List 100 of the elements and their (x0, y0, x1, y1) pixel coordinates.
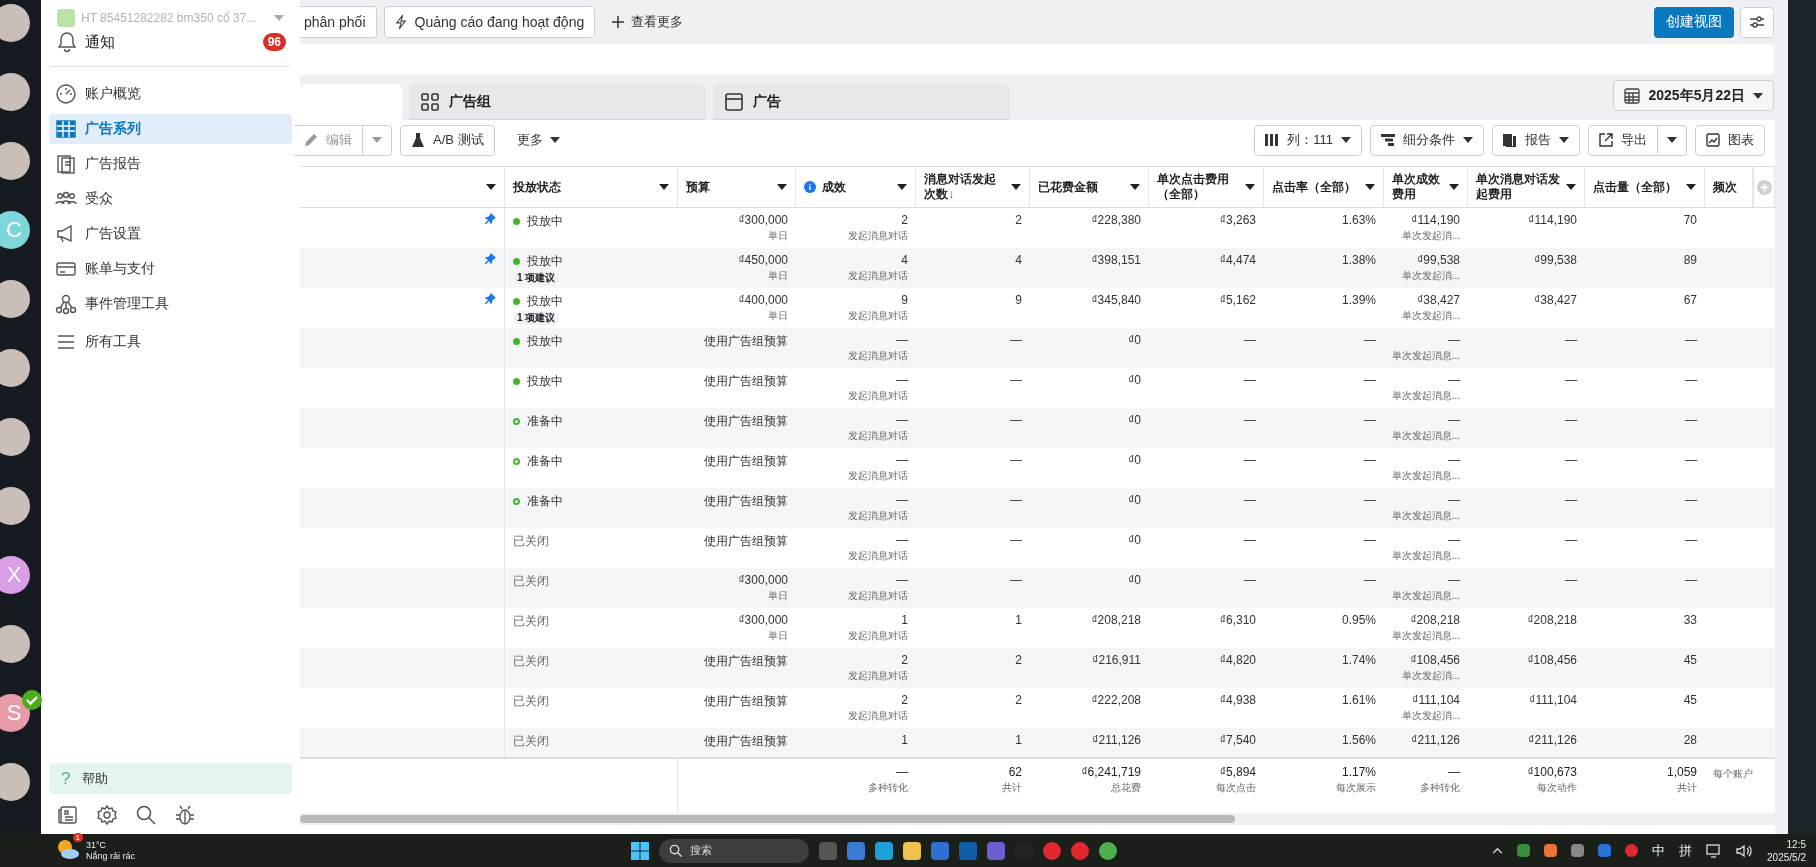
tab[interactable]: 广告 (713, 84, 1010, 120)
suggestion-badge[interactable]: 1 项建议 (513, 271, 560, 285)
tab[interactable]: 广告组 (409, 84, 706, 120)
bug-icon[interactable] (174, 804, 196, 826)
avatar[interactable] (0, 4, 30, 42)
avatar[interactable] (0, 763, 30, 801)
avatar[interactable] (0, 142, 30, 180)
table-row[interactable]: 已关闭 使用广告组预算 2 发起消息对话 2 ₫216,911 ₫4,820 1.74% ₫108,456 单次发起消... ₫108,456 45 (300, 648, 1775, 688)
ab-test-button[interactable]: A/B 测试 (400, 124, 495, 156)
column-header[interactable]: 预算 (678, 167, 796, 207)
app-icon[interactable] (930, 841, 949, 860)
scrollbar-thumb[interactable] (300, 815, 1235, 823)
date-picker[interactable]: 2025年5月22日 (1613, 80, 1774, 111)
column-header[interactable]: 点击率（全部） (1264, 167, 1384, 207)
nav-item[interactable]: 广告设置 (49, 219, 292, 249)
nav-item[interactable]: 广告系列 (49, 114, 292, 144)
nav-item[interactable]: 所有工具 (49, 327, 292, 357)
notifications-label[interactable]: 通知 (85, 32, 115, 52)
chevron-up-icon[interactable] (1492, 847, 1503, 854)
pin-icon[interactable] (484, 253, 496, 265)
table-row[interactable]: 已关闭 ₫300,000 单日 — 发起消息对话 — ₫0 — — — 单次发起消息... — — (300, 568, 1775, 608)
column-header[interactable]: 频次 (1705, 167, 1753, 207)
taskbar-search-field[interactable]: 搜索 (658, 838, 809, 863)
filter-chip[interactable]: phân phối (300, 6, 377, 38)
suggestion-badge[interactable]: 1 项建议 (513, 311, 560, 325)
input-method-indicator[interactable]: 中 (1652, 841, 1665, 860)
create-view-button[interactable]: 创建视图 (1654, 6, 1734, 38)
filter-chip[interactable]: Quảng cáo đang hoạt động (383, 6, 596, 38)
search-icon[interactable] (135, 804, 157, 826)
caret-icon[interactable] (1130, 184, 1140, 190)
column-header[interactable]: 单次点击费用（全部） (1149, 167, 1264, 207)
nav-item[interactable]: 账单与支付 (49, 254, 292, 284)
table-row[interactable]: 准备中 使用广告组预算 — 发起消息对话 — ₫0 — — — 单次发起消息... — — (300, 488, 1775, 528)
avatar[interactable] (0, 487, 30, 525)
column-header[interactable]: 成效 (796, 167, 916, 207)
table-row[interactable]: 已关闭 使用广告组预算 1 1 ₫211,126 ₫7,540 1.56% ₫211,126 ₫211,126 28 (300, 728, 1775, 757)
table-row[interactable]: 准备中 使用广告组预算 — 发起消息对话 — ₫0 — — — 单次发起消息... — — (300, 408, 1775, 448)
caret-icon[interactable] (1449, 184, 1459, 190)
app-icon[interactable] (1042, 841, 1061, 860)
edit-menu-button[interactable] (363, 124, 392, 156)
settings-icon[interactable] (96, 804, 118, 826)
avatar[interactable] (0, 625, 30, 663)
column-header[interactable]: 消息对话发起次数↓ (916, 167, 1030, 207)
column-header[interactable]: 投放状态 (505, 167, 678, 207)
nav-item[interactable]: 受众 (49, 184, 292, 214)
filter-settings-button[interactable] (1740, 6, 1774, 38)
avatar[interactable] (0, 418, 30, 456)
clock[interactable]: 12:5 2025/5/2 (1766, 837, 1806, 864)
browser-icon[interactable] (1098, 841, 1117, 860)
column-header[interactable]: 已花费金额 (1030, 167, 1149, 207)
nav-item[interactable]: 账户概览 (49, 79, 292, 109)
caret-icon[interactable] (659, 184, 669, 190)
app-icon[interactable] (958, 841, 977, 860)
more-button[interactable]: 更多 (502, 131, 574, 149)
avatar[interactable] (0, 73, 30, 111)
app-icon[interactable] (1517, 844, 1530, 857)
charts-button[interactable]: 图表 (1695, 124, 1765, 156)
caret-icon[interactable] (486, 184, 496, 190)
bell-icon[interactable] (57, 31, 77, 53)
columns-button[interactable]: 列：111 (1254, 124, 1362, 156)
help-button[interactable]: ? 帮助 (49, 762, 292, 794)
table-row[interactable]: 投放中 1 项建议 ₫450,000 单日 4 发起消息对话 4 ₫398,151 ₫4,474 1.38% ₫99,538 单次发起消... ₫99,538 89 (300, 248, 1775, 288)
avatar[interactable] (0, 349, 30, 387)
pin-icon[interactable] (484, 293, 496, 305)
table-cell: 1.38% (1341, 253, 1376, 267)
folder-icon[interactable] (902, 841, 921, 860)
windows-icon[interactable] (630, 841, 649, 860)
export-menu-button[interactable] (1658, 124, 1687, 156)
caret-icon[interactable] (1566, 184, 1576, 190)
caret-icon[interactable] (1365, 184, 1375, 190)
speaker-icon[interactable] (1736, 843, 1752, 858)
nav-item[interactable]: 广告报告 (49, 149, 292, 179)
column-header[interactable]: 单次成效费用 (1384, 167, 1468, 207)
breakdown-button[interactable]: 细分条件 (1370, 124, 1484, 156)
network-icon[interactable] (1706, 843, 1722, 858)
app-icon[interactable] (846, 841, 865, 860)
caret-icon[interactable] (1011, 184, 1021, 190)
app-icon[interactable] (986, 841, 1005, 860)
avatar[interactable] (0, 280, 30, 318)
app-icon[interactable] (1070, 841, 1089, 860)
app-icon[interactable] (1571, 844, 1584, 857)
app-icon[interactable] (1625, 844, 1638, 857)
app-icon[interactable] (874, 841, 893, 860)
newspaper-icon[interactable] (57, 804, 79, 826)
caret-icon[interactable] (777, 184, 787, 190)
column-header[interactable]: 单次消息对话发起费用 (1468, 167, 1585, 207)
column-header[interactable]: 点击量（全部） (1585, 167, 1705, 207)
caret-icon[interactable] (1245, 184, 1255, 190)
input-method-indicator[interactable]: 拼 (1679, 841, 1692, 860)
reports-button[interactable]: 报告 (1492, 124, 1580, 156)
see-more-button[interactable]: 查看更多 (602, 13, 694, 31)
app-icon[interactable] (1544, 844, 1557, 857)
pin-icon[interactable] (484, 213, 496, 225)
nav-item[interactable]: 事件管理工具 (49, 289, 292, 319)
caret-icon[interactable] (1686, 184, 1696, 190)
weather-icon[interactable] (56, 837, 80, 860)
caret-icon[interactable] (897, 184, 907, 190)
export-button[interactable]: 导出 (1588, 124, 1658, 156)
shield-icon[interactable] (1598, 844, 1611, 857)
table-row[interactable]: 投放中 使用广告组预算 — 发起消息对话 — ₫0 — — — 单次发起消息... — — (300, 328, 1775, 368)
